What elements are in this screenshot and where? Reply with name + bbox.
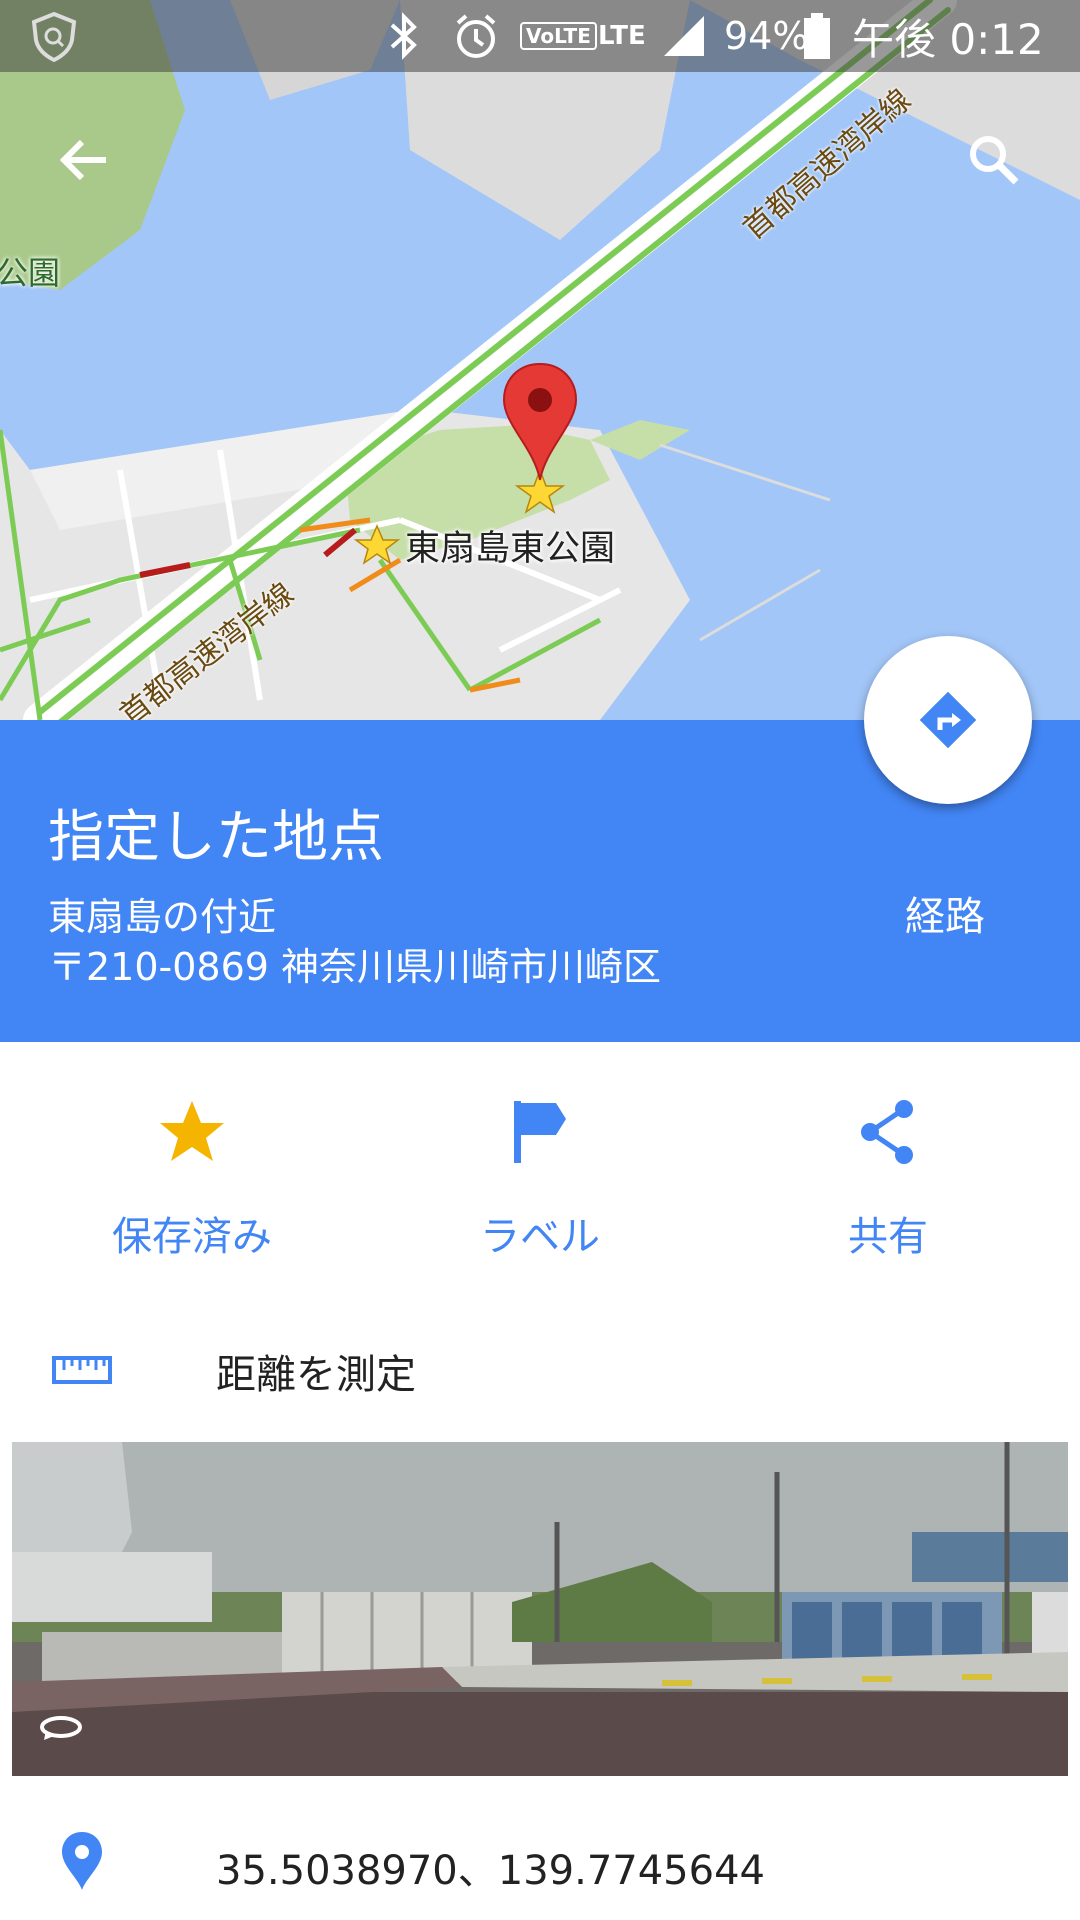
measure-distance-row[interactable]: 距離を測定 [0,1320,1080,1420]
save-action-label: 保存済み [112,1214,272,1260]
clock: 午後 0:12 [852,14,1044,64]
search-button[interactable] [946,112,1042,208]
map-marker-pin[interactable] [500,362,580,482]
street-view-image [12,1442,1068,1776]
arrow-back-icon [59,139,106,181]
place-title: 指定した地点 [48,805,384,870]
coordinates-value: 35.5038970、139.7745644 [216,1848,765,1894]
battery-percent: 94% [724,14,809,58]
measure-distance-label: 距離を測定 [216,1352,416,1398]
map-view[interactable]: 首都高速湾岸線 首都高速湾岸線 公園 東扇島東公園 VoLTE LTE 94% … [0,0,1080,720]
label-action-label: ラベル [480,1214,600,1260]
street-view-thumbnail[interactable] [12,1442,1068,1776]
left-park-label: 公園 [0,254,61,292]
park-label[interactable]: 東扇島東公園 [405,520,615,571]
coordinates-row[interactable]: 35.5038970、139.7745644 [0,1800,1080,1910]
star-icon [152,1092,232,1172]
share-action[interactable]: 共有 [758,1082,1018,1262]
back-button[interactable] [36,112,132,208]
save-action[interactable]: 保存済み [62,1082,322,1262]
shield-app-icon [28,0,80,72]
location-pin-icon [60,1830,104,1896]
search-icon [970,136,1019,185]
share-icon [848,1092,928,1172]
bluetooth-icon [384,0,424,72]
volte-badge: VoLTE [520,0,597,72]
signal-icon [660,0,708,72]
address-line-1: 東扇島の付近 [48,895,277,939]
network-type: LTE [598,21,646,51]
status-bar: VoLTE LTE 94% 午後 0:12 [0,0,1080,72]
directions-icon [919,691,977,749]
address-line-2: 〒210-0869 神奈川県川崎市川崎区 [48,945,662,989]
route-label[interactable]: 経路 [905,884,985,942]
battery-icon [802,0,832,72]
ruler-icon [52,1354,112,1392]
label-action[interactable]: ラベル [410,1082,670,1262]
directions-button[interactable] [864,636,1032,804]
flag-icon [500,1092,580,1172]
alarm-icon [452,0,500,72]
share-action-label: 共有 [848,1214,928,1260]
